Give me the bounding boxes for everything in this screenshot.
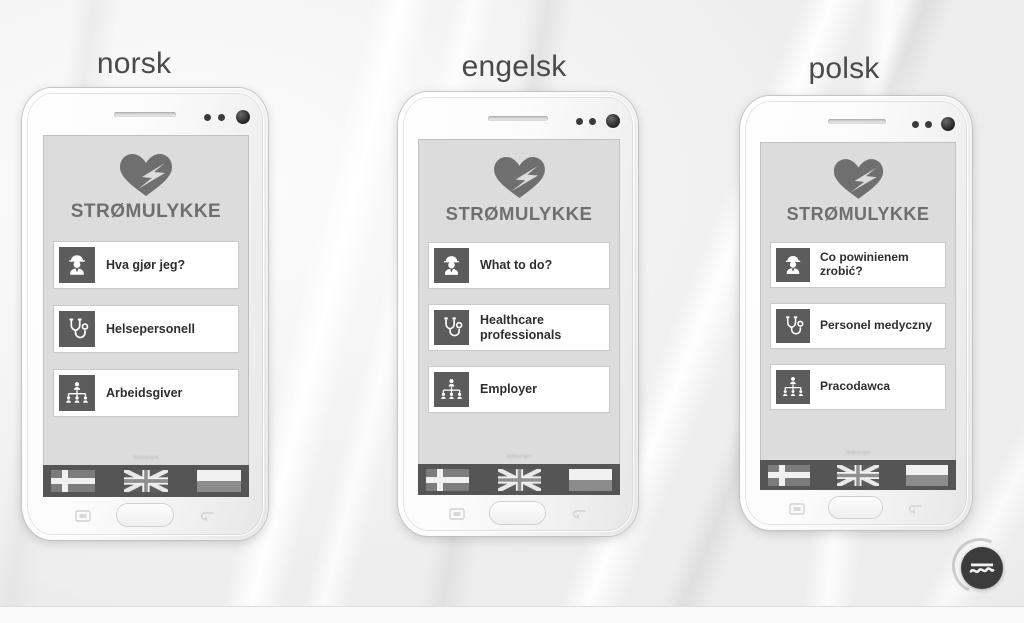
menu-list-polsk: Co powinienem zrobić? Personel medyczny bbox=[760, 242, 956, 410]
menu-item[interactable]: Hva gjør jeg? bbox=[53, 241, 239, 289]
stethoscope-icon bbox=[59, 311, 95, 347]
screen-footer-note: Nettversjon bbox=[506, 454, 532, 460]
org-chart-icon bbox=[59, 375, 95, 411]
norwegian-flag[interactable] bbox=[426, 468, 469, 491]
hardhat-worker-icon bbox=[776, 248, 810, 282]
stethoscope-icon bbox=[776, 309, 810, 343]
polish-flag[interactable] bbox=[197, 470, 241, 492]
menu-item-label: Employer bbox=[480, 382, 537, 397]
proximity-sensor-icon bbox=[576, 118, 583, 125]
heart-lightning-icon bbox=[833, 159, 883, 199]
menu-item-label: What to do? bbox=[480, 258, 553, 273]
stethoscope-icon bbox=[434, 310, 469, 345]
phone-engelsk: STRØMULYKKE What to do? Healthcare profe… bbox=[398, 92, 638, 536]
menu-softkey-icon[interactable] bbox=[74, 509, 92, 523]
earpiece-icon bbox=[114, 112, 176, 117]
phone-norsk: STRØMULYKKE Hva gjør jeg? Helsepersonell… bbox=[22, 88, 268, 540]
language-flag-bar-engelsk bbox=[418, 464, 620, 495]
uk-flag[interactable] bbox=[497, 468, 541, 491]
back-softkey-icon[interactable] bbox=[198, 509, 216, 523]
menu-item-label: Healthcare professionals bbox=[480, 313, 562, 342]
home-button[interactable] bbox=[117, 504, 173, 526]
menu-softkey-icon[interactable] bbox=[448, 507, 466, 521]
front-camera-icon bbox=[606, 114, 620, 128]
uk-flag[interactable] bbox=[837, 464, 879, 486]
menu-item[interactable]: Helsepersonell bbox=[53, 305, 239, 353]
caption-norsk: norsk bbox=[96, 47, 172, 80]
caption-polsk: polsk bbox=[808, 52, 880, 85]
phone-screen-norsk: STRØMULYKKE Hva gjør jeg? Helsepersonell… bbox=[43, 135, 249, 497]
app-logo-engelsk: STRØMULYKKE bbox=[418, 156, 620, 225]
back-softkey-icon[interactable] bbox=[906, 502, 924, 516]
home-button[interactable] bbox=[829, 497, 882, 518]
earpiece-icon bbox=[488, 116, 548, 121]
menu-list-norsk: Hva gjør jeg? Helsepersonell Arbeidsgive… bbox=[43, 241, 249, 417]
footer-strip bbox=[0, 607, 1024, 623]
home-button[interactable] bbox=[490, 502, 545, 524]
heart-lightning-icon bbox=[493, 156, 545, 199]
menu-item[interactable]: What to do? bbox=[428, 242, 610, 289]
back-softkey-icon[interactable] bbox=[570, 507, 588, 521]
proximity-sensor-icon bbox=[912, 121, 919, 128]
language-flag-bar-norsk bbox=[43, 465, 249, 497]
screen-footer-note: Nettversjon bbox=[133, 455, 159, 461]
menu-item[interactable]: Co powinienem zrobić? bbox=[770, 242, 946, 288]
menu-item[interactable]: Pracodawca bbox=[770, 364, 946, 410]
menu-item-label: Pracodawca bbox=[820, 379, 891, 394]
app-name-polsk: STRØMULYKKE bbox=[786, 204, 930, 224]
screen-footer-note: Nettversjon bbox=[845, 450, 871, 456]
menu-item-label: Personel medyczny bbox=[820, 318, 933, 333]
norwegian-flag[interactable] bbox=[51, 470, 95, 492]
norwegian-flag[interactable] bbox=[768, 464, 810, 486]
polish-flag[interactable] bbox=[569, 468, 612, 491]
app-name-engelsk: STRØMULYKKE bbox=[445, 203, 593, 224]
phone-polsk: STRØMULYKKE Co powinienem zrobić? Person… bbox=[740, 96, 972, 530]
menu-item-label: Helsepersonell bbox=[106, 321, 195, 336]
light-sensor-icon bbox=[925, 121, 932, 128]
front-camera-icon bbox=[941, 117, 955, 131]
menu-item[interactable]: Personel medyczny bbox=[770, 303, 946, 349]
menu-item-label: Arbeidsgiver bbox=[106, 385, 183, 400]
app-logo-norsk: STRØMULYKKE bbox=[43, 153, 249, 223]
menu-item-label: Co powinienem zrobić? bbox=[820, 250, 909, 278]
light-sensor-icon bbox=[589, 118, 596, 125]
light-sensor-icon bbox=[218, 114, 225, 121]
menu-item[interactable]: Healthcare professionals bbox=[428, 304, 610, 351]
org-chart-icon bbox=[434, 372, 469, 407]
front-camera-icon bbox=[236, 110, 250, 124]
hardhat-worker-icon bbox=[434, 248, 469, 283]
polish-flag[interactable] bbox=[906, 464, 948, 486]
phone-screen-engelsk: STRØMULYKKE What to do? Healthcare profe… bbox=[418, 139, 620, 495]
menu-item[interactable]: Arbeidsgiver bbox=[53, 369, 239, 417]
menu-item[interactable]: Employer bbox=[428, 366, 610, 413]
proximity-sensor-icon bbox=[204, 114, 211, 121]
menu-list-engelsk: What to do? Healthcare professionals Emp… bbox=[418, 242, 620, 413]
uk-flag[interactable] bbox=[124, 470, 168, 492]
app-name-norsk: STRØMULYKKE bbox=[70, 201, 222, 222]
hardhat-worker-icon bbox=[59, 247, 95, 283]
org-chart-icon bbox=[776, 370, 810, 404]
slide-canvas: norsk STRØMULYKKE Hva gjør jeg? Helseper… bbox=[0, 0, 1024, 623]
language-flag-bar-polsk bbox=[760, 460, 956, 490]
phone-screen-polsk: STRØMULYKKE Co powinienem zrobić? Person… bbox=[760, 142, 956, 490]
wave-badge-icon[interactable] bbox=[961, 547, 1003, 589]
caption-engelsk: engelsk bbox=[461, 50, 567, 83]
menu-item-label: Hva gjør jeg? bbox=[106, 257, 186, 272]
app-logo-polsk: STRØMULYKKE bbox=[760, 158, 956, 225]
heart-lightning-icon bbox=[120, 154, 172, 196]
menu-softkey-icon[interactable] bbox=[788, 502, 806, 516]
earpiece-icon bbox=[828, 119, 886, 124]
